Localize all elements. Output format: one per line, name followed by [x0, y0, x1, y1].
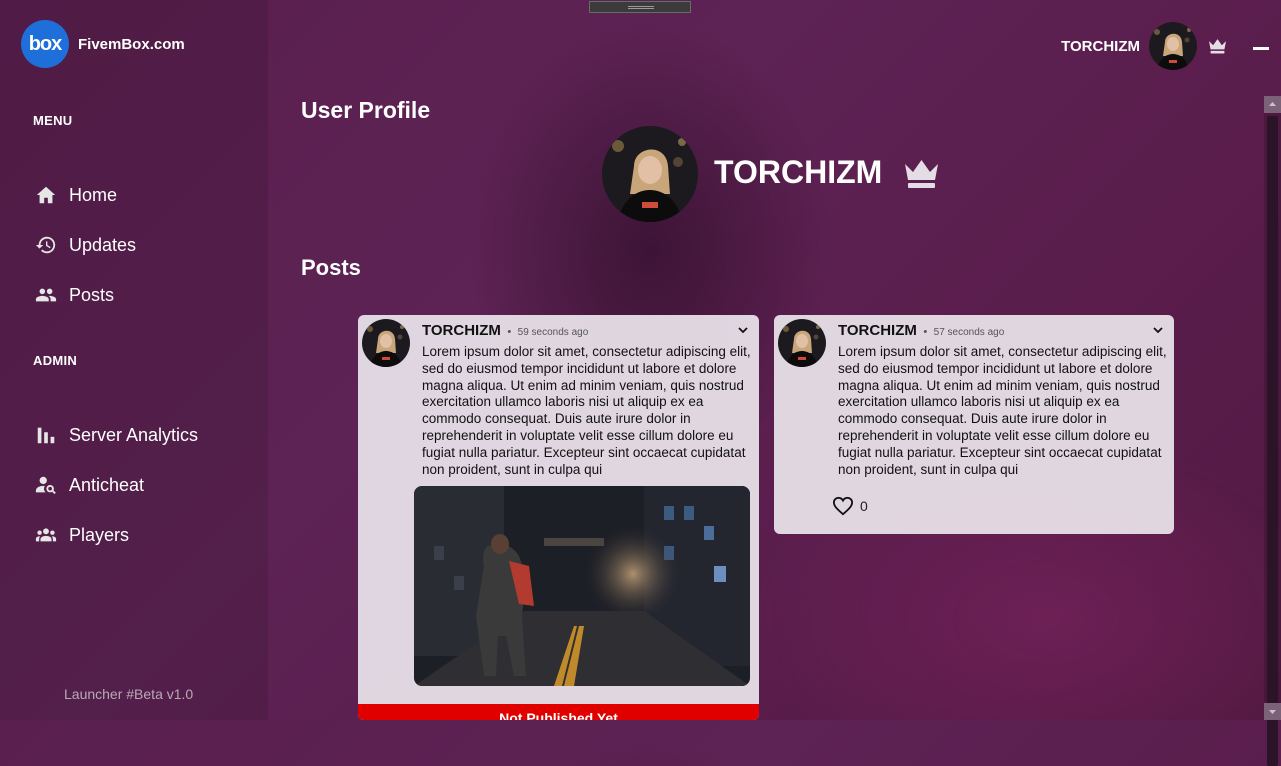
post-timestamp: 59 seconds ago — [517, 327, 589, 338]
group-icon — [34, 523, 58, 547]
logo-badge: box — [21, 20, 69, 68]
sidebar-item-label: Posts — [69, 284, 115, 305]
post-author-avatar[interactable] — [778, 319, 826, 367]
sidebar-item-label: Server Analytics — [69, 424, 199, 445]
bar-chart-icon — [34, 423, 58, 447]
home-icon — [34, 183, 58, 207]
topbar-user-menu[interactable]: TORCHIZM — [1061, 22, 1227, 70]
post-card: TORCHIZM • 59 seconds ago Lorem ipsum do… — [358, 315, 759, 720]
like-count: 0 — [860, 498, 868, 514]
post-timestamp: 57 seconds ago — [933, 327, 1005, 338]
page-title: User Profile — [301, 97, 431, 123]
topbar-username: TORCHIZM — [1061, 37, 1140, 55]
post-status-banner: Not Published Yet — [358, 704, 759, 720]
sidebar-item-label: Updates — [69, 234, 137, 255]
sidebar-item-home[interactable]: Home — [34, 183, 117, 207]
sidebar-item-updates[interactable]: Updates — [34, 233, 136, 257]
window-drag-handle[interactable] — [589, 1, 691, 13]
sidebar-item-anticheat[interactable]: Anticheat — [34, 473, 144, 497]
history-icon — [34, 233, 58, 257]
post-card: TORCHIZM • 57 seconds ago Lorem ipsum do… — [774, 315, 1174, 534]
chevron-down-icon[interactable] — [1152, 324, 1164, 336]
post-body: Lorem ipsum dolor sit amet, consectetur … — [838, 344, 1167, 477]
sidebar-item-label: Players — [69, 524, 130, 545]
post-author[interactable]: TORCHIZM — [422, 322, 501, 339]
avatar[interactable] — [1149, 22, 1197, 70]
post-body: Lorem ipsum dolor sit amet, consectetur … — [422, 344, 751, 477]
logo-text: FivemBox.com — [78, 35, 185, 53]
post-header: TORCHIZM • 57 seconds ago — [838, 322, 1004, 340]
scroll-thumb[interactable] — [1267, 116, 1278, 766]
sidebar-item-players[interactable]: Players — [34, 523, 129, 547]
sidebar-item-server-analytics[interactable]: Server Analytics — [34, 423, 198, 447]
people-icon — [34, 283, 58, 307]
sidebar-item-label: Anticheat — [69, 474, 145, 495]
crown-icon — [1208, 38, 1227, 54]
sidebar-item-label: Home — [69, 184, 118, 205]
drag-grip-line — [628, 8, 654, 9]
profile-avatar — [602, 126, 698, 222]
scroll-up-button[interactable] — [1264, 96, 1281, 113]
sidebar: box FivemBox.com MENU Home Updates Posts… — [0, 0, 268, 720]
post-separator: • — [507, 326, 512, 338]
crown-icon — [903, 158, 940, 189]
minimize-button[interactable] — [1253, 47, 1269, 50]
heart-icon — [832, 496, 854, 516]
admin-section-title: ADMIN — [33, 353, 78, 368]
profile-username: TORCHIZM — [714, 154, 883, 190]
chevron-down-icon[interactable] — [737, 324, 749, 336]
scroll-down-button[interactable] — [1264, 703, 1281, 720]
like-button[interactable]: 0 — [832, 496, 868, 516]
posts-section-title: Posts — [301, 255, 361, 280]
app-logo[interactable]: box FivemBox.com — [21, 20, 185, 68]
user-search-icon — [34, 473, 58, 497]
post-separator: • — [923, 326, 928, 338]
version-label: Launcher #Beta v1.0 — [64, 686, 194, 702]
post-image[interactable] — [414, 486, 750, 686]
drag-grip-line — [628, 6, 654, 7]
menu-section-title: MENU — [33, 113, 73, 128]
arrow-down-icon — [1269, 710, 1276, 714]
post-author-avatar[interactable] — [362, 319, 410, 367]
post-header: TORCHIZM • 59 seconds ago — [422, 322, 588, 340]
arrow-up-icon — [1269, 102, 1276, 106]
vertical-scrollbar[interactable] — [1264, 96, 1281, 766]
post-author[interactable]: TORCHIZM — [838, 322, 917, 339]
sidebar-item-posts[interactable]: Posts — [34, 283, 114, 307]
